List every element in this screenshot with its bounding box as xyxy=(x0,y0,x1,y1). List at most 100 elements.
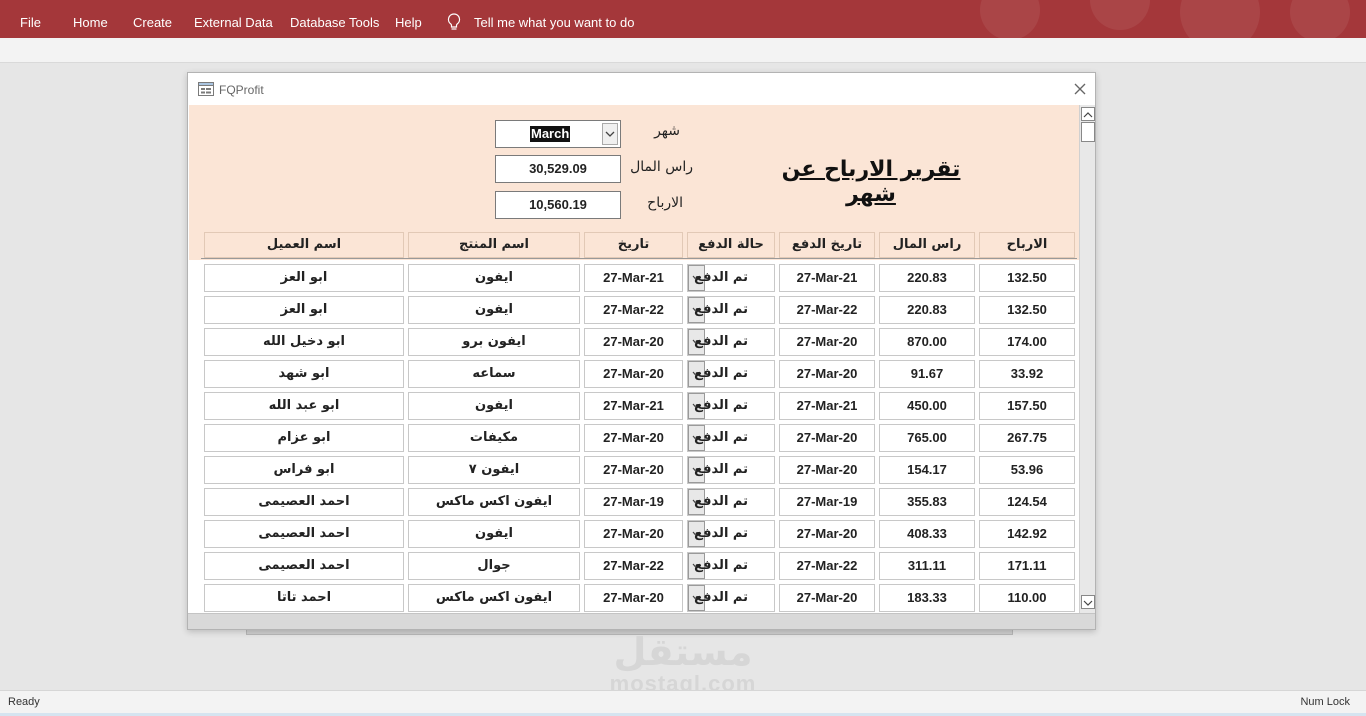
capital-cell[interactable]: 311.11 xyxy=(879,552,975,580)
menu-help[interactable]: Help xyxy=(395,15,422,30)
menu-create[interactable]: Create xyxy=(133,15,172,30)
payment-status-dropdown[interactable]: تم الدفع xyxy=(687,360,775,388)
payment-status-dropdown[interactable]: تم الدفع xyxy=(687,328,775,356)
payment-status-dropdown[interactable]: تم الدفع xyxy=(687,424,775,452)
payment-date-cell[interactable]: 27-Mar-20 xyxy=(779,424,875,452)
vertical-scrollbar[interactable] xyxy=(1079,105,1095,613)
payment-status-dropdown[interactable]: تم الدفع xyxy=(687,488,775,516)
chevron-down-icon[interactable] xyxy=(602,123,618,145)
profit-cell[interactable]: 171.11 xyxy=(979,552,1075,580)
payment-date-cell[interactable]: 27-Mar-20 xyxy=(779,456,875,484)
month-combobox[interactable]: March xyxy=(495,120,621,148)
profit-cell[interactable]: 53.96 xyxy=(979,456,1075,484)
due-date-cell[interactable]: 27-Mar-21 xyxy=(584,392,683,420)
capital-cell[interactable]: 450.00 xyxy=(879,392,975,420)
profit-cell[interactable]: 132.50 xyxy=(979,296,1075,324)
product-cell[interactable]: جوال xyxy=(408,552,580,580)
payment-date-cell[interactable]: 27-Mar-22 xyxy=(779,552,875,580)
capital-cell[interactable]: 220.83 xyxy=(879,264,975,292)
profit-cell[interactable]: 157.50 xyxy=(979,392,1075,420)
due-date-cell[interactable]: 27-Mar-20 xyxy=(584,456,683,484)
payment-status-value: تم الدفع xyxy=(694,494,748,509)
capital-cell[interactable]: 355.83 xyxy=(879,488,975,516)
customer-cell[interactable]: ابو فراس xyxy=(204,456,404,484)
payment-status-dropdown[interactable]: تم الدفع xyxy=(687,296,775,324)
capital-cell[interactable]: 183.33 xyxy=(879,584,975,612)
profit-cell[interactable]: 110.00 xyxy=(979,584,1075,612)
menu-database-tools[interactable]: Database Tools xyxy=(290,15,379,30)
payment-date-cell[interactable]: 27-Mar-19 xyxy=(779,488,875,516)
payment-status-dropdown[interactable]: تم الدفع xyxy=(687,552,775,580)
product-cell[interactable]: ايفون برو xyxy=(408,328,580,356)
customer-cell[interactable]: احمد العصيمى xyxy=(204,552,404,580)
product-cell[interactable]: ايفون اكس ماكس xyxy=(408,584,580,612)
customer-cell[interactable]: ابو عزام xyxy=(204,424,404,452)
payment-status-dropdown[interactable]: تم الدفع xyxy=(687,456,775,484)
profit-label: الارباح xyxy=(647,195,683,211)
capital-cell[interactable]: 870.00 xyxy=(879,328,975,356)
due-date-cell[interactable]: 27-Mar-22 xyxy=(584,296,683,324)
customer-cell[interactable]: ابو العز xyxy=(204,264,404,292)
payment-status-dropdown[interactable]: تم الدفع xyxy=(687,520,775,548)
close-icon[interactable] xyxy=(1072,81,1088,97)
due-date-cell[interactable]: 27-Mar-21 xyxy=(584,264,683,292)
payment-date-cell[interactable]: 27-Mar-20 xyxy=(779,328,875,356)
customer-cell[interactable]: احمد تاتا xyxy=(204,584,404,612)
product-cell[interactable]: ايفون xyxy=(408,296,580,324)
profit-cell[interactable]: 132.50 xyxy=(979,264,1075,292)
status-bar: Ready Num Lock xyxy=(0,690,1366,716)
customer-cell[interactable]: ابو العز xyxy=(204,296,404,324)
due-date-cell[interactable]: 27-Mar-20 xyxy=(584,584,683,612)
product-cell[interactable]: ايفون xyxy=(408,520,580,548)
payment-date-cell[interactable]: 27-Mar-20 xyxy=(779,360,875,388)
payment-status-dropdown[interactable]: تم الدفع xyxy=(687,392,775,420)
product-cell[interactable]: ايفون ٧ xyxy=(408,456,580,484)
profit-cell[interactable]: 124.54 xyxy=(979,488,1075,516)
scroll-down-icon[interactable] xyxy=(1081,595,1095,609)
capital-total-field[interactable]: 30,529.09 xyxy=(495,155,621,183)
due-date-cell[interactable]: 27-Mar-20 xyxy=(584,520,683,548)
menu-home[interactable]: Home xyxy=(73,15,108,30)
due-date-cell[interactable]: 27-Mar-20 xyxy=(584,360,683,388)
payment-date-cell[interactable]: 27-Mar-22 xyxy=(779,296,875,324)
due-date-cell[interactable]: 27-Mar-20 xyxy=(584,424,683,452)
payment-status-value: تم الدفع xyxy=(694,270,748,285)
due-date-cell[interactable]: 27-Mar-22 xyxy=(584,552,683,580)
profit-cell[interactable]: 142.92 xyxy=(979,520,1075,548)
payment-status-dropdown[interactable]: تم الدفع xyxy=(687,584,775,612)
product-cell[interactable]: سماعه xyxy=(408,360,580,388)
capital-cell[interactable]: 765.00 xyxy=(879,424,975,452)
capital-cell[interactable]: 220.83 xyxy=(879,296,975,324)
capital-cell[interactable]: 408.33 xyxy=(879,520,975,548)
product-cell[interactable]: ايفون xyxy=(408,392,580,420)
tell-me-search[interactable]: Tell me what you want to do xyxy=(446,13,634,31)
due-date-cell[interactable]: 27-Mar-20 xyxy=(584,328,683,356)
scroll-up-icon[interactable] xyxy=(1081,107,1095,121)
customer-cell[interactable]: ابو عبد الله xyxy=(204,392,404,420)
capital-cell[interactable]: 91.67 xyxy=(879,360,975,388)
product-cell[interactable]: ايفون xyxy=(408,264,580,292)
product-cell[interactable]: ايفون اكس ماكس xyxy=(408,488,580,516)
ribbon-strip xyxy=(0,38,1366,63)
payment-date-cell[interactable]: 27-Mar-20 xyxy=(779,520,875,548)
profit-cell[interactable]: 267.75 xyxy=(979,424,1075,452)
due-date-cell[interactable]: 27-Mar-19 xyxy=(584,488,683,516)
payment-status-dropdown[interactable]: تم الدفع xyxy=(687,264,775,292)
scroll-thumb[interactable] xyxy=(1081,122,1095,142)
customer-cell[interactable]: ابو شهد xyxy=(204,360,404,388)
payment-date-cell[interactable]: 27-Mar-21 xyxy=(779,392,875,420)
payment-status-value: تم الدفع xyxy=(694,366,748,381)
customer-cell[interactable]: احمد العصيمى xyxy=(204,488,404,516)
product-cell[interactable]: مكيفات xyxy=(408,424,580,452)
capital-cell[interactable]: 154.17 xyxy=(879,456,975,484)
profit-cell[interactable]: 174.00 xyxy=(979,328,1075,356)
profit-cell[interactable]: 33.92 xyxy=(979,360,1075,388)
menu-external-data[interactable]: External Data xyxy=(194,15,273,30)
customer-cell[interactable]: ابو دخيل الله xyxy=(204,328,404,356)
form-title: FQProfit xyxy=(219,83,264,97)
payment-date-cell[interactable]: 27-Mar-20 xyxy=(779,584,875,612)
profit-total-field[interactable]: 10,560.19 xyxy=(495,191,621,219)
customer-cell[interactable]: احمد العصيمى xyxy=(204,520,404,548)
menu-file[interactable]: File xyxy=(20,15,41,30)
payment-date-cell[interactable]: 27-Mar-21 xyxy=(779,264,875,292)
